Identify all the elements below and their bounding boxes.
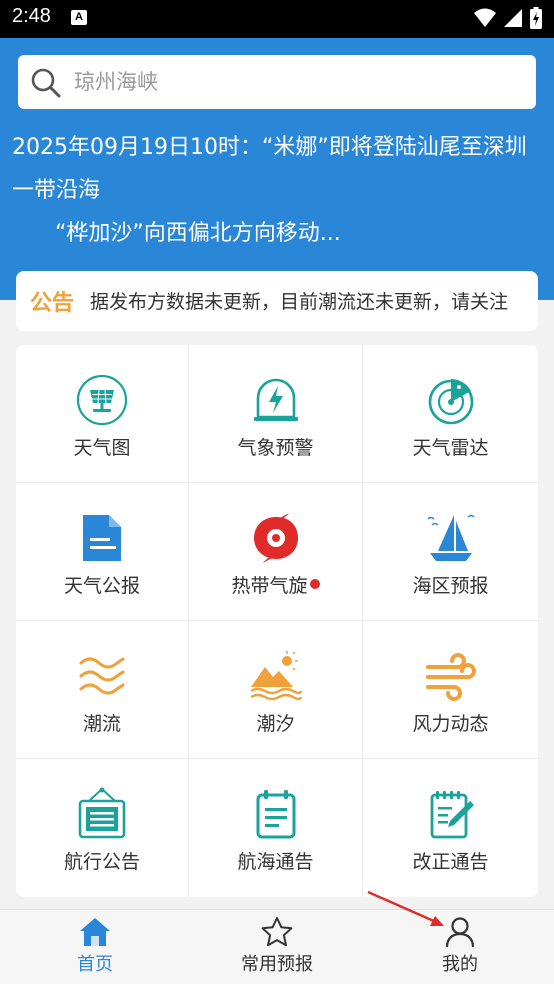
signal-icon	[504, 9, 522, 27]
grid-item-label: 天气图	[73, 437, 131, 459]
grid-item-weather-warning[interactable]: 气象预警	[189, 345, 363, 483]
status-bar: 2:48 A	[0, 0, 554, 38]
grid-item-sea-area-forecast[interactable]: 海区预报	[363, 483, 538, 621]
grid-item-tidal-current[interactable]: 潮流	[16, 621, 189, 759]
annotation-arrow-icon	[367, 890, 444, 926]
typhoon-alert-line2[interactable]: “桦加沙”向西偏北方向移动...	[55, 212, 535, 255]
home-icon	[80, 918, 110, 946]
notification-icon: A	[71, 10, 87, 25]
nav-home-label: 首页	[77, 954, 113, 975]
tidal-current-icon	[79, 657, 125, 695]
nav-mine-label: 我的	[442, 954, 478, 975]
grid-item-weather-bulletin[interactable]: 天气公报	[16, 483, 189, 621]
grid-item-label: 航行公告	[63, 851, 140, 873]
grid-item-label: 海区预报	[412, 575, 489, 597]
bottom-nav: 首页 常用预报 我的	[0, 909, 554, 984]
search-icon	[31, 68, 61, 98]
status-icons	[474, 7, 542, 29]
weather-map-icon	[76, 374, 128, 426]
grid-item-tropical-cyclone[interactable]: 热带气旋	[189, 483, 363, 621]
grid-item-label: 风力动态	[412, 713, 489, 735]
grid-item-navigation-notice[interactable]: 航行公告	[16, 759, 189, 897]
notice-text: 据发布方数据未更新，目前潮流还未更新，请关注	[90, 291, 509, 313]
grid-item-tide[interactable]: 潮汐	[189, 621, 363, 759]
grid-item-label: 改正通告	[412, 851, 489, 873]
grid-item-wind-dynamics[interactable]: 风力动态	[363, 621, 538, 759]
feature-grid: 天气图 气象预警 天气雷达 天气公报 热带气旋 海区预报 潮流 潮汐 风力动态 …	[16, 345, 538, 897]
notice-bar[interactable]: 公告 据发布方数据未更新，目前潮流还未更新，请关注	[16, 271, 538, 331]
app-screen: 2:48 A 2025年09月19日10时：“米娜”即将登陆汕尾至深圳一带沿海 …	[0, 0, 554, 984]
status-time: 2:48	[12, 5, 51, 27]
wifi-icon	[474, 8, 496, 27]
nav-common-forecast[interactable]: 常用预报	[207, 916, 347, 976]
weather-warning-icon	[253, 378, 298, 421]
tide-icon	[249, 651, 302, 701]
new-badge	[309, 579, 320, 589]
weather-bulletin-icon	[83, 515, 121, 561]
wind-dynamics-icon	[425, 653, 476, 701]
notice-label: 公告	[30, 291, 75, 316]
search-bar[interactable]	[18, 55, 536, 109]
grid-item-label: 热带气旋	[189, 571, 362, 598]
grid-item-label: 潮流	[82, 713, 121, 735]
nav-common-forecast-label: 常用预报	[241, 954, 313, 975]
search-input[interactable]	[74, 55, 514, 109]
grid-item-label: 气象预警	[237, 437, 314, 459]
battery-icon	[530, 7, 542, 29]
star-icon	[261, 917, 293, 947]
nautical-notice-icon	[256, 790, 295, 839]
tropical-cyclone-icon	[253, 513, 298, 563]
weather-radar-icon	[428, 379, 473, 425]
typhoon-alert-line1[interactable]: 2025年09月19日10时：“米娜”即将登陆汕尾至深圳一带沿海	[12, 126, 548, 212]
grid-item-nautical-notice[interactable]: 航海通告	[189, 759, 363, 897]
nav-home[interactable]: 首页	[25, 916, 165, 976]
grid-item-label: 天气雷达	[412, 437, 489, 459]
grid-item-label: 航海通告	[237, 851, 314, 873]
grid-item-label-text: 热带气旋	[231, 575, 308, 597]
sea-area-forecast-icon	[426, 514, 475, 561]
grid-item-correction-notice[interactable]: 改正通告	[363, 759, 538, 897]
correction-notice-icon	[430, 791, 474, 839]
grid-item-label: 天气公报	[63, 575, 140, 597]
navigation-notice-icon	[78, 787, 126, 839]
grid-item-weather-radar[interactable]: 天气雷达	[363, 345, 538, 483]
grid-item-weather-map[interactable]: 天气图	[16, 345, 189, 483]
grid-item-label: 潮汐	[256, 713, 295, 735]
